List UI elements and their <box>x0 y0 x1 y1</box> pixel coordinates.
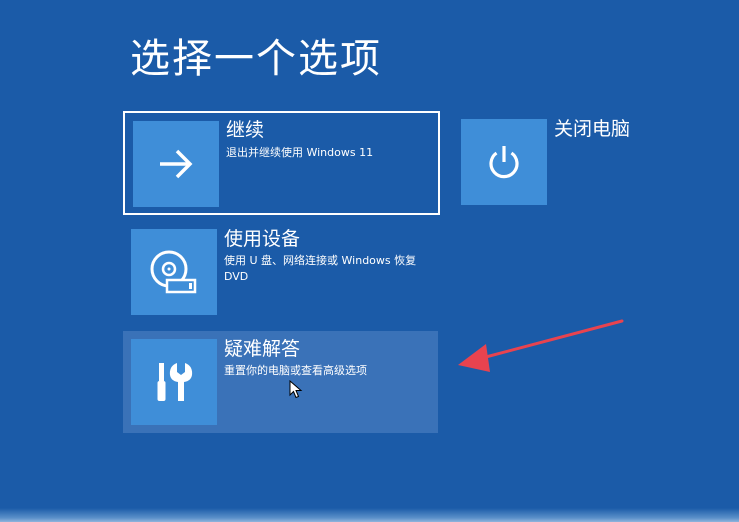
bottom-edge <box>0 508 739 522</box>
mouse-cursor-icon <box>289 380 303 399</box>
annotation-arrow-icon <box>458 319 624 372</box>
